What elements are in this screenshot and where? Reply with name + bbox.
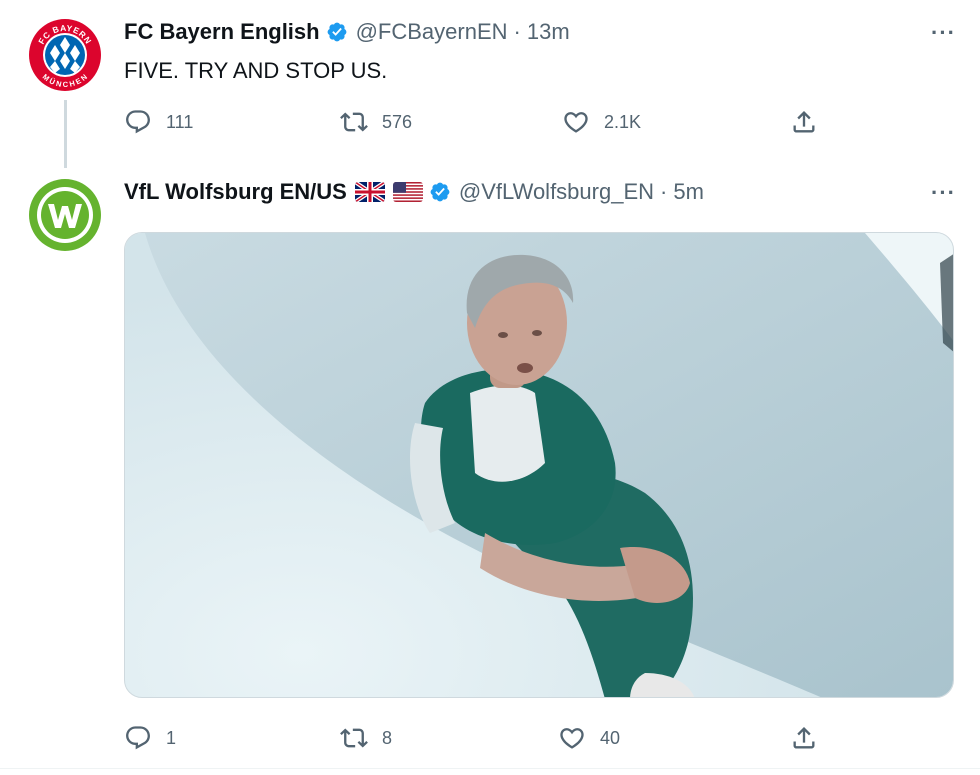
fc-bayern-avatar[interactable]: FC BAYERN MÜNCHEN xyxy=(26,16,104,94)
reply-count: 111 xyxy=(166,111,194,132)
heart-icon xyxy=(560,728,584,749)
like-button[interactable]: 2.1K xyxy=(562,106,641,138)
like-count: 40 xyxy=(600,727,621,748)
share-button[interactable] xyxy=(790,106,818,138)
reply-button[interactable]: 111 xyxy=(124,106,193,138)
separator-dot: · xyxy=(513,19,521,44)
display-name[interactable]: VfL Wolfsburg EN/US xyxy=(124,179,347,205)
vfl-wolfsburg-logo-icon xyxy=(27,177,103,253)
retweet-button[interactable]: 576 xyxy=(340,106,412,138)
tweet-divider xyxy=(0,768,980,769)
fc-bayern-logo-icon: FC BAYERN MÜNCHEN xyxy=(27,17,103,93)
tweet-header: VfL Wolfsburg EN/US @VfLWolfsburg_EN · 5… xyxy=(124,178,704,206)
retweet-icon xyxy=(340,112,368,132)
user-handle[interactable]: @FCBayernEN xyxy=(356,19,508,45)
share-button[interactable] xyxy=(790,722,818,754)
more-options-icon[interactable]: ··· xyxy=(931,180,956,206)
like-count: 2.1K xyxy=(604,111,642,132)
tweet-wolfsburg[interactable]: VfL Wolfsburg EN/US @VfLWolfsburg_EN · 5… xyxy=(0,168,980,775)
reply-count: 1 xyxy=(166,727,177,748)
display-name[interactable]: FC Bayern English xyxy=(124,19,320,45)
more-options-icon[interactable]: ··· xyxy=(931,20,956,46)
media-photo-icon xyxy=(125,233,953,697)
thread-connector-line xyxy=(64,100,67,168)
reply-button[interactable]: 1 xyxy=(124,722,176,754)
reply-icon xyxy=(126,110,150,134)
like-button[interactable]: 40 xyxy=(558,722,620,754)
share-icon xyxy=(793,111,815,133)
timestamp[interactable]: 13m xyxy=(527,19,570,45)
retweet-count: 8 xyxy=(382,727,393,748)
reply-icon xyxy=(126,726,150,750)
retweet-count: 576 xyxy=(382,111,413,132)
tweet-header: FC Bayern English @FCBayernEN · 13m xyxy=(124,18,570,46)
share-icon xyxy=(793,727,815,749)
us-flag-icon xyxy=(392,182,423,202)
separator-dot: · xyxy=(660,179,668,204)
heart-icon xyxy=(564,112,588,133)
tweet-media[interactable] xyxy=(124,232,954,698)
retweet-icon xyxy=(340,728,368,748)
tweet-actions: 111 576 2.1K xyxy=(124,106,844,138)
tweet-fcbayern[interactable]: FC BAYERN MÜNCHEN FC Bayern English @FCB… xyxy=(0,0,980,168)
verified-badge-icon xyxy=(327,22,346,42)
retweet-button[interactable]: 8 xyxy=(340,722,392,754)
uk-flag-icon xyxy=(354,182,385,202)
tweet-text: FIVE. TRY AND STOP US. xyxy=(124,58,388,83)
vfl-wolfsburg-avatar[interactable] xyxy=(26,176,104,254)
verified-badge-icon xyxy=(430,182,450,202)
user-handle[interactable]: @VfLWolfsburg_EN xyxy=(459,179,654,205)
tweet-actions: 1 8 40 xyxy=(124,722,844,754)
timestamp[interactable]: 5m xyxy=(673,179,704,205)
